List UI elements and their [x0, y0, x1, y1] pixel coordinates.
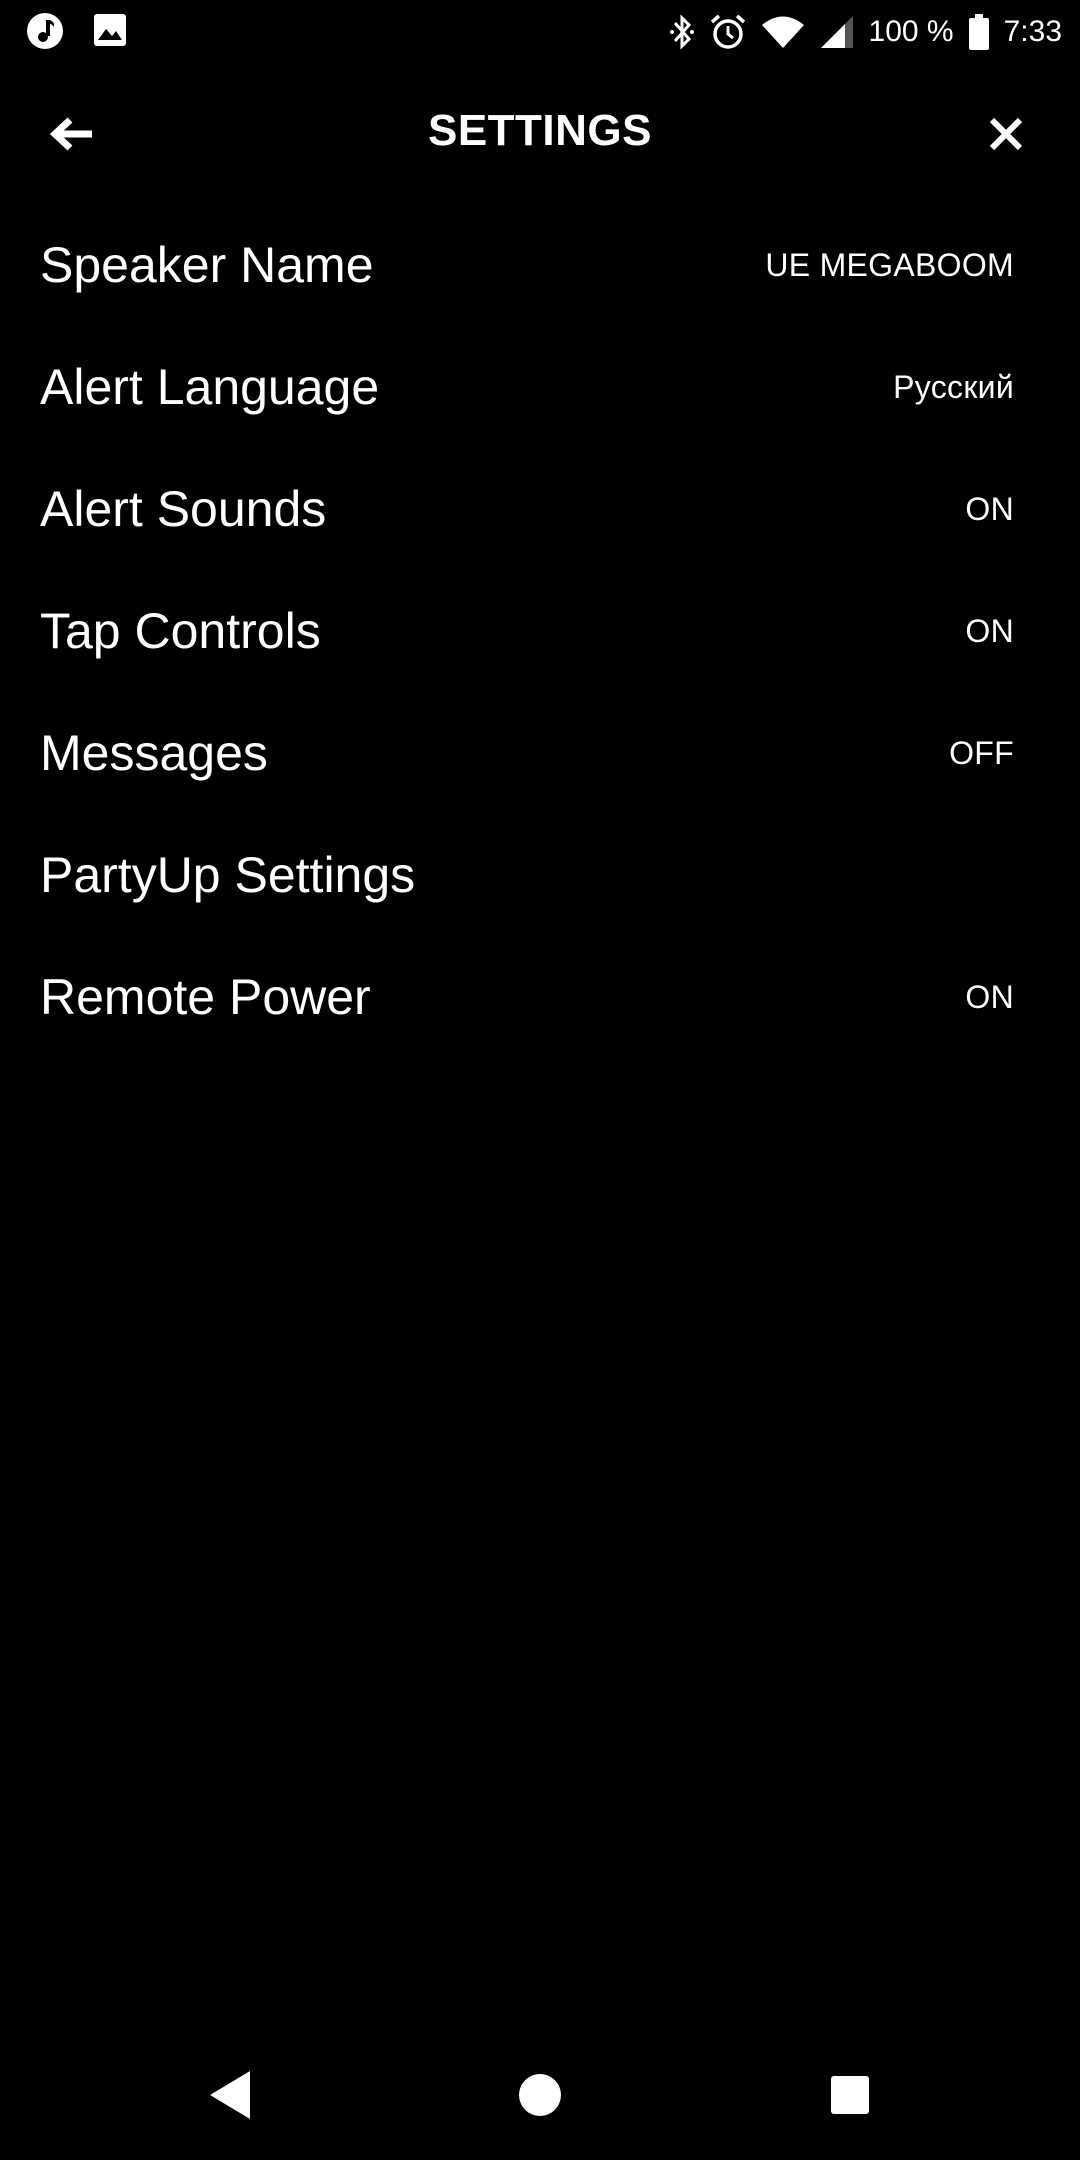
page-title: SETTINGS — [427, 106, 653, 155]
status-system: 100 % 7:33 — [669, 6, 1062, 58]
setting-value: ON — [965, 612, 1014, 649]
setting-label: Remote Power — [40, 969, 371, 1025]
setting-value: ON — [965, 978, 1014, 1015]
music-notification-icon — [27, 13, 63, 49]
navigation-bar — [0, 2030, 1080, 2160]
setting-label: Messages — [40, 725, 268, 781]
battery-icon — [968, 14, 989, 50]
setting-label: Speaker Name — [40, 237, 374, 293]
nav-recents-icon — [831, 2076, 869, 2114]
setting-speaker-name[interactable]: Speaker Name UE MEGABOOM — [0, 204, 1080, 326]
alarm-icon — [710, 14, 745, 49]
nav-home-button[interactable] — [495, 2050, 585, 2140]
setting-tap-controls[interactable]: Tap Controls ON — [0, 570, 1080, 692]
setting-value: ON — [965, 490, 1014, 527]
signal-icon — [820, 16, 853, 48]
settings-list: Speaker Name UE MEGABOOM Alert Language … — [0, 204, 1080, 1058]
setting-value: UE MEGABOOM — [765, 246, 1014, 283]
setting-alert-sounds[interactable]: Alert Sounds ON — [0, 448, 1080, 570]
battery-percent: 100 % — [868, 15, 954, 48]
nav-recents-button[interactable] — [805, 2050, 895, 2140]
bluetooth-icon — [669, 14, 694, 50]
nav-back-button[interactable] — [185, 2050, 275, 2140]
setting-label: Tap Controls — [40, 603, 321, 659]
close-icon — [989, 117, 1023, 151]
clock: 7:33 — [1003, 15, 1062, 48]
image-notification-icon — [94, 14, 126, 46]
setting-value: Русский — [893, 368, 1014, 405]
wifi-icon — [761, 16, 804, 48]
setting-label: Alert Sounds — [40, 481, 327, 537]
setting-messages[interactable]: Messages OFF — [0, 692, 1080, 814]
setting-value: OFF — [949, 734, 1014, 771]
nav-back-icon — [210, 2071, 250, 2119]
setting-alert-language[interactable]: Alert Language Русский — [0, 326, 1080, 448]
setting-remote-power[interactable]: Remote Power ON — [0, 936, 1080, 1058]
settings-screen: 100 % 7:33 SETTINGS Speaker Name UE MEGA… — [0, 0, 1080, 2160]
nav-home-icon — [519, 2074, 561, 2116]
setting-partyup-settings[interactable]: PartyUp Settings — [0, 814, 1080, 936]
status-notifications — [26, 12, 128, 50]
close-button[interactable] — [978, 106, 1034, 162]
setting-label: Alert Language — [40, 359, 380, 415]
status-bar: 100 % 7:33 — [0, 0, 1080, 64]
setting-label: PartyUp Settings — [40, 847, 416, 903]
header: SETTINGS — [0, 88, 1080, 178]
